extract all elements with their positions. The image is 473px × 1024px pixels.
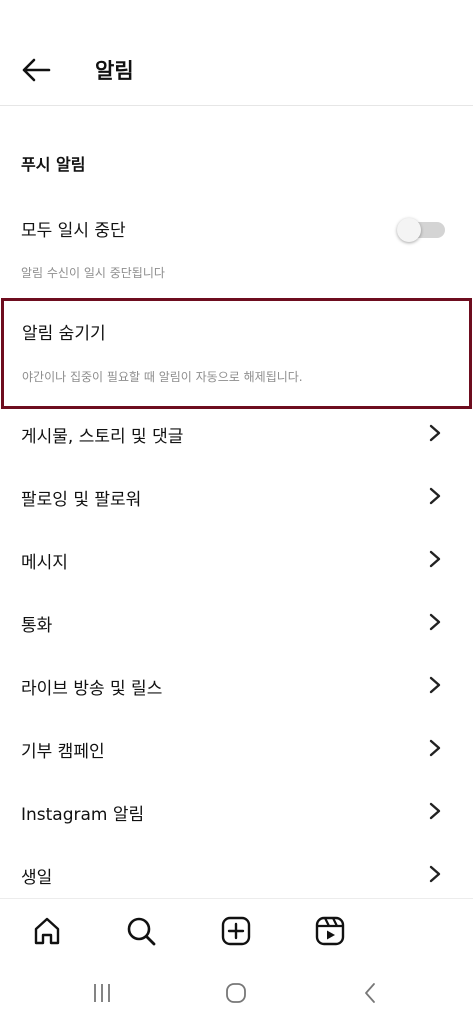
chevron-right-icon	[429, 424, 441, 442]
hide-notifications-description: 야간이나 집중이 필요할 때 알림이 자동으로 해제됩니다.	[22, 370, 303, 384]
pause-all-row: 모두 일시 중단	[0, 204, 473, 252]
section-title-push: 푸시 알림	[21, 155, 86, 174]
menu-item-fundraisers[interactable]: 기부 캠페인	[0, 720, 473, 776]
hide-notifications-label: 알림 숨기기	[22, 324, 106, 344]
hide-notifications-item[interactable]: 알림 숨기기 야간이나 집중이 필요할 때 알림이 자동으로 해제됩니다.	[1, 298, 472, 409]
reels-icon	[315, 916, 345, 946]
menu-item-calls[interactable]: 통화	[0, 594, 473, 650]
bottom-navigation	[0, 898, 473, 962]
tab-search[interactable]	[121, 911, 161, 951]
page-title: 알림	[95, 59, 134, 83]
tab-create[interactable]	[216, 911, 256, 951]
chevron-right-icon	[429, 802, 441, 820]
notifications-screen: 알림 푸시 알림 모두 일시 중단 알림 수신이 일시 중단됩니다 알림 숨기기…	[0, 0, 473, 1024]
recent-apps-button[interactable]	[82, 978, 122, 1008]
tab-reels[interactable]	[310, 911, 350, 951]
menu-item-label: 기부 캠페인	[21, 742, 105, 762]
menu-item-label: Instagram 알림	[21, 805, 145, 825]
create-post-icon	[221, 916, 251, 946]
menu-item-label: 생일	[21, 868, 53, 888]
recent-apps-icon	[94, 984, 110, 1002]
arrow-left-icon	[22, 58, 51, 82]
search-icon	[127, 917, 156, 946]
chevron-right-icon	[429, 550, 441, 568]
system-navigation-bar	[0, 962, 473, 1024]
menu-item-label: 팔로잉 및 팔로워	[21, 490, 142, 510]
menu-item-following-followers[interactable]: 팔로잉 및 팔로워	[0, 468, 473, 524]
home-icon	[34, 917, 60, 945]
menu-item-birthdays[interactable]: 생일	[0, 846, 473, 902]
header: 알림	[0, 0, 473, 106]
system-home-button[interactable]	[216, 978, 256, 1008]
menu-item-live-reels[interactable]: 라이브 방송 및 릴스	[0, 657, 473, 713]
pause-all-description: 알림 수신이 일시 중단됩니다	[21, 266, 165, 280]
chevron-right-icon	[429, 487, 441, 505]
menu-item-label: 게시물, 스토리 및 댓글	[21, 427, 184, 447]
chevron-right-icon	[429, 865, 441, 883]
toggle-knob	[397, 218, 421, 242]
back-chevron-icon	[365, 983, 375, 1003]
back-button[interactable]	[16, 52, 56, 88]
pause-all-label: 모두 일시 중단	[21, 221, 126, 241]
menu-item-instagram-notifications[interactable]: Instagram 알림	[0, 783, 473, 839]
menu-item-posts-stories-comments[interactable]: 게시물, 스토리 및 댓글	[0, 405, 473, 461]
home-circle-icon	[226, 983, 246, 1003]
menu-item-label: 메시지	[21, 553, 68, 573]
chevron-right-icon	[429, 739, 441, 757]
menu-item-messages[interactable]: 메시지	[0, 531, 473, 587]
menu-item-label: 통화	[21, 616, 53, 636]
pause-all-toggle[interactable]	[397, 218, 447, 242]
chevron-right-icon	[429, 676, 441, 694]
chevron-right-icon	[429, 613, 441, 631]
system-back-button[interactable]	[350, 978, 390, 1008]
menu-item-label: 라이브 방송 및 릴스	[21, 679, 163, 699]
tab-home[interactable]	[27, 911, 67, 951]
